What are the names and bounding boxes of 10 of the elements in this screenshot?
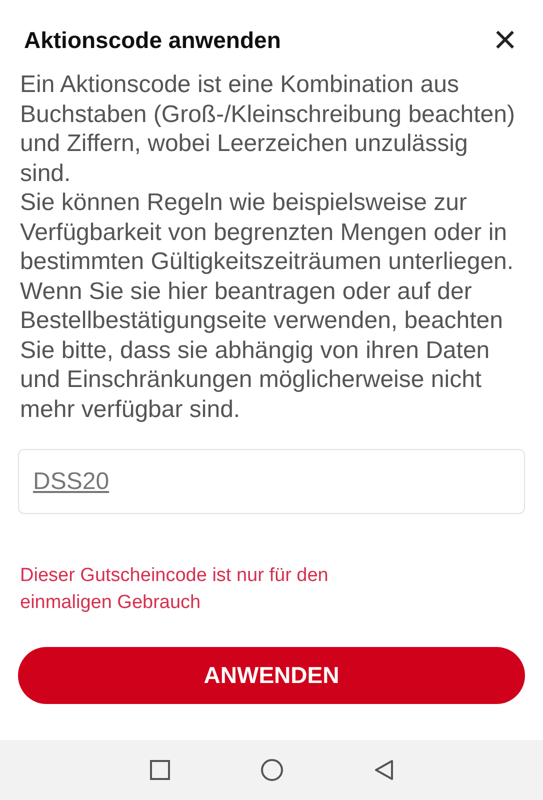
recent-apps-icon[interactable]: [148, 759, 170, 781]
error-message: Dieser Gutscheincode ist nur für den einmaligen Gebrauch: [19, 564, 330, 615]
apply-button[interactable]: ANWENDEN: [18, 647, 525, 704]
description-text: Sie können Regeln wie beispielsweise zur Verfügbarkeit von begrenzten Mengen oder in bestimmten Gültigkeitszeiträumen unterliegen. Wenn Sie sie hier beantragen oder auf der Bestellbestätigungseite verwenden, beachten Sie bitte, dass sie abhängig von ihren Daten und Einschränkungen möglicherweise nicht mehr verfügbar sind.: [20, 188, 515, 424]
dialog-title: Aktionscode anwenden: [23, 26, 281, 55]
back-icon[interactable]: [372, 759, 394, 781]
code-field[interactable]: DSS20: [18, 449, 525, 514]
description-text: Ein Aktionscode ist eine Kombination aus Buchstaben (Groß-/Kleinschreibung beachten) und Ziffern, wobei Leerzeichen unzulässig sind.: [20, 70, 515, 188]
close-button[interactable]: ×: [485, 20, 525, 60]
home-icon[interactable]: [260, 759, 282, 781]
